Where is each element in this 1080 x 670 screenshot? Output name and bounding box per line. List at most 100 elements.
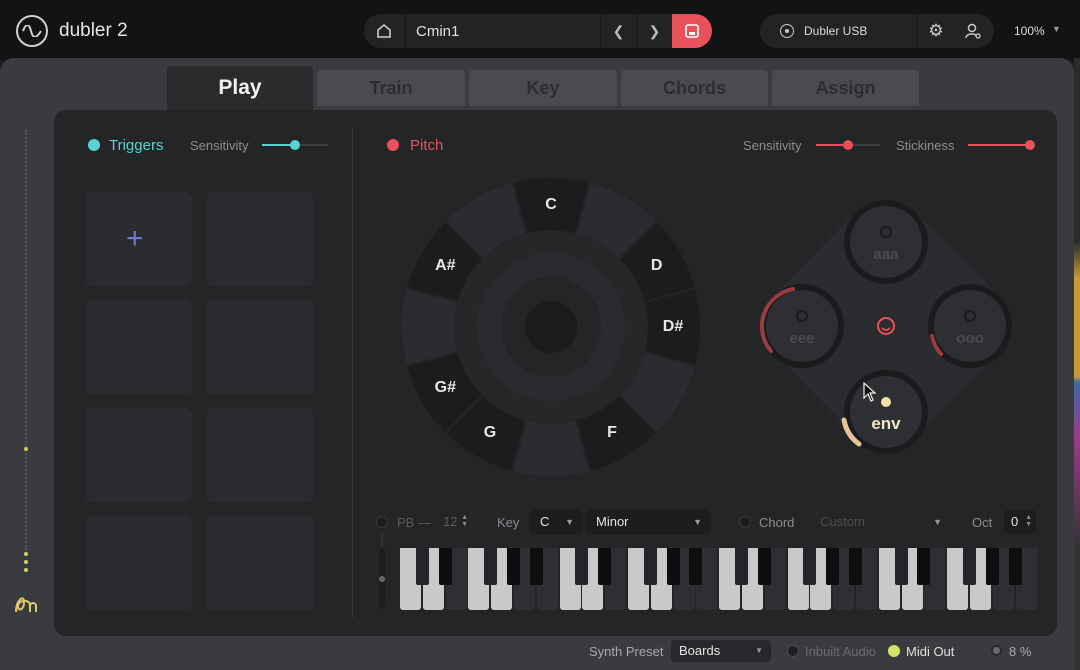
preset-name[interactable]: Cmin1 xyxy=(416,23,459,40)
tab-key[interactable]: Key xyxy=(469,70,617,106)
tab-assign[interactable]: Assign xyxy=(772,70,919,106)
piano-black-key[interactable] xyxy=(963,548,976,585)
mouse-cursor-icon xyxy=(863,382,877,402)
add-trigger-icon[interactable]: + xyxy=(126,224,144,254)
dubler-logo-icon xyxy=(16,15,48,47)
gear-icon[interactable]: ⚙ xyxy=(927,22,945,40)
pitch-bend-toggle[interactable] xyxy=(376,516,388,528)
chevron-down-icon: ▼ xyxy=(755,646,763,655)
piano-black-key[interactable] xyxy=(507,548,520,585)
piano-black-key[interactable] xyxy=(575,548,589,585)
octave-stepper[interactable]: 0 ▲ ▼ xyxy=(1004,510,1036,534)
key-select[interactable]: C ▼ xyxy=(530,509,582,535)
piano-black-key[interactable] xyxy=(917,548,931,585)
user-settings-icon[interactable] xyxy=(964,22,982,40)
trigger-pad[interactable] xyxy=(207,516,313,610)
triggers-toggle[interactable] xyxy=(88,139,100,151)
piano-black-key[interactable] xyxy=(894,548,908,585)
more-vertical-icon[interactable] xyxy=(22,552,30,578)
cpu-usage: 8 % xyxy=(1009,644,1032,659)
chord-select[interactable]: Custom ▼ xyxy=(810,509,950,535)
trigger-pad[interactable] xyxy=(207,408,313,502)
triggers-label: Triggers xyxy=(109,137,164,154)
envelope-knob-label[interactable]: env xyxy=(856,414,916,434)
pitch-bend-range[interactable]: 12 ▲ ▼ xyxy=(436,510,472,534)
home-icon[interactable] xyxy=(374,21,394,41)
piano-black-key[interactable] xyxy=(985,548,999,585)
synth-preset-label: Synth Preset xyxy=(589,644,664,659)
note-label[interactable]: F xyxy=(592,424,632,442)
chord-value: Custom xyxy=(820,514,865,529)
spinner-icon: ▲ ▼ xyxy=(1025,514,1032,528)
chevron-down-icon[interactable]: ▼ xyxy=(1052,24,1061,34)
note-label[interactable]: G# xyxy=(425,379,465,397)
slider-knob[interactable] xyxy=(290,140,300,150)
piano-black-key[interactable] xyxy=(643,548,657,585)
save-button[interactable] xyxy=(672,14,712,48)
pitch-stickiness-label: Stickiness xyxy=(896,138,955,153)
tab-play[interactable]: Play xyxy=(167,66,313,112)
tab-train[interactable]: Train xyxy=(317,70,465,106)
trigger-pad[interactable] xyxy=(86,516,192,610)
pitch-sensitivity-label: Sensitivity xyxy=(743,138,802,153)
chord-label: Chord xyxy=(759,515,795,530)
piano-black-key[interactable] xyxy=(735,548,748,585)
piano-black-key[interactable] xyxy=(803,548,817,585)
piano-black-key[interactable] xyxy=(529,548,543,585)
slider-fill xyxy=(968,144,1030,146)
slider-knob[interactable] xyxy=(843,140,853,150)
pitch-label: Pitch xyxy=(410,137,444,154)
note-label[interactable]: C xyxy=(531,196,571,214)
chevron-down-icon: ▼ xyxy=(693,517,702,527)
trigger-pad[interactable] xyxy=(207,192,313,286)
note-label[interactable]: G xyxy=(470,424,510,442)
chevron-left-icon[interactable]: ❮ xyxy=(600,14,636,48)
synth-preset-select[interactable]: Boards ▼ xyxy=(671,640,771,662)
divider xyxy=(916,14,917,48)
zoom-select[interactable]: 100% xyxy=(1014,24,1045,38)
piano-keyboard[interactable] xyxy=(400,548,1038,610)
oct-label: Oct xyxy=(972,515,993,530)
key-value: C xyxy=(540,514,550,529)
chord-toggle[interactable] xyxy=(739,516,751,528)
chevron-down-icon: ▼ xyxy=(933,517,942,527)
trigger-pad[interactable] xyxy=(207,300,313,394)
tab-chords[interactable]: Chords xyxy=(621,70,768,106)
midi-out-toggle[interactable] xyxy=(888,645,900,657)
piano-black-key[interactable] xyxy=(849,548,862,585)
note-label[interactable]: D xyxy=(637,257,677,275)
preset-selector: Cmin1 ❮ ❯ xyxy=(364,14,712,48)
piano-black-key[interactable] xyxy=(484,548,498,585)
trigger-pad[interactable] xyxy=(86,300,192,394)
piano-black-key[interactable] xyxy=(689,548,703,585)
piano-black-key[interactable] xyxy=(598,548,612,585)
cpu-icon xyxy=(991,645,1002,656)
note-label[interactable]: D# xyxy=(653,318,693,336)
chevron-right-icon[interactable]: ❯ xyxy=(636,14,672,48)
piano-black-key[interactable] xyxy=(666,548,680,585)
piano-black-key[interactable] xyxy=(438,548,452,585)
divider xyxy=(352,128,353,618)
divider xyxy=(405,14,406,48)
vowel-aaa-label[interactable]: aaa xyxy=(856,246,916,263)
piano-black-key[interactable] xyxy=(1008,548,1022,585)
note-label[interactable]: A# xyxy=(425,257,465,275)
slider-knob[interactable] xyxy=(1025,140,1035,150)
device-selector[interactable]: Dubler USB ⚙ xyxy=(760,14,994,48)
piano-black-key[interactable] xyxy=(826,548,840,585)
pitch-bend-strip[interactable] xyxy=(376,533,390,613)
chevron-down-icon: ▼ xyxy=(565,517,574,527)
device-name: Dubler USB xyxy=(804,24,868,38)
rail-track xyxy=(25,130,27,550)
vowel-eee-label[interactable]: eee xyxy=(772,330,832,347)
vowel-ooo-label[interactable]: ooo xyxy=(940,330,1000,347)
inbuilt-audio-toggle[interactable] xyxy=(787,645,799,657)
scale-select[interactable]: Minor ▼ xyxy=(586,509,710,535)
piano-black-key[interactable] xyxy=(757,548,771,585)
app-window: dubler 2 Cmin1 ❮ ❯ Dubler USB ⚙ 100% ▼ P… xyxy=(0,0,1080,670)
pitch-toggle[interactable] xyxy=(387,139,399,151)
piano-black-key[interactable] xyxy=(415,548,429,585)
rail-marker[interactable] xyxy=(24,447,28,451)
trigger-pad[interactable] xyxy=(86,408,192,502)
device-icon xyxy=(780,24,794,38)
